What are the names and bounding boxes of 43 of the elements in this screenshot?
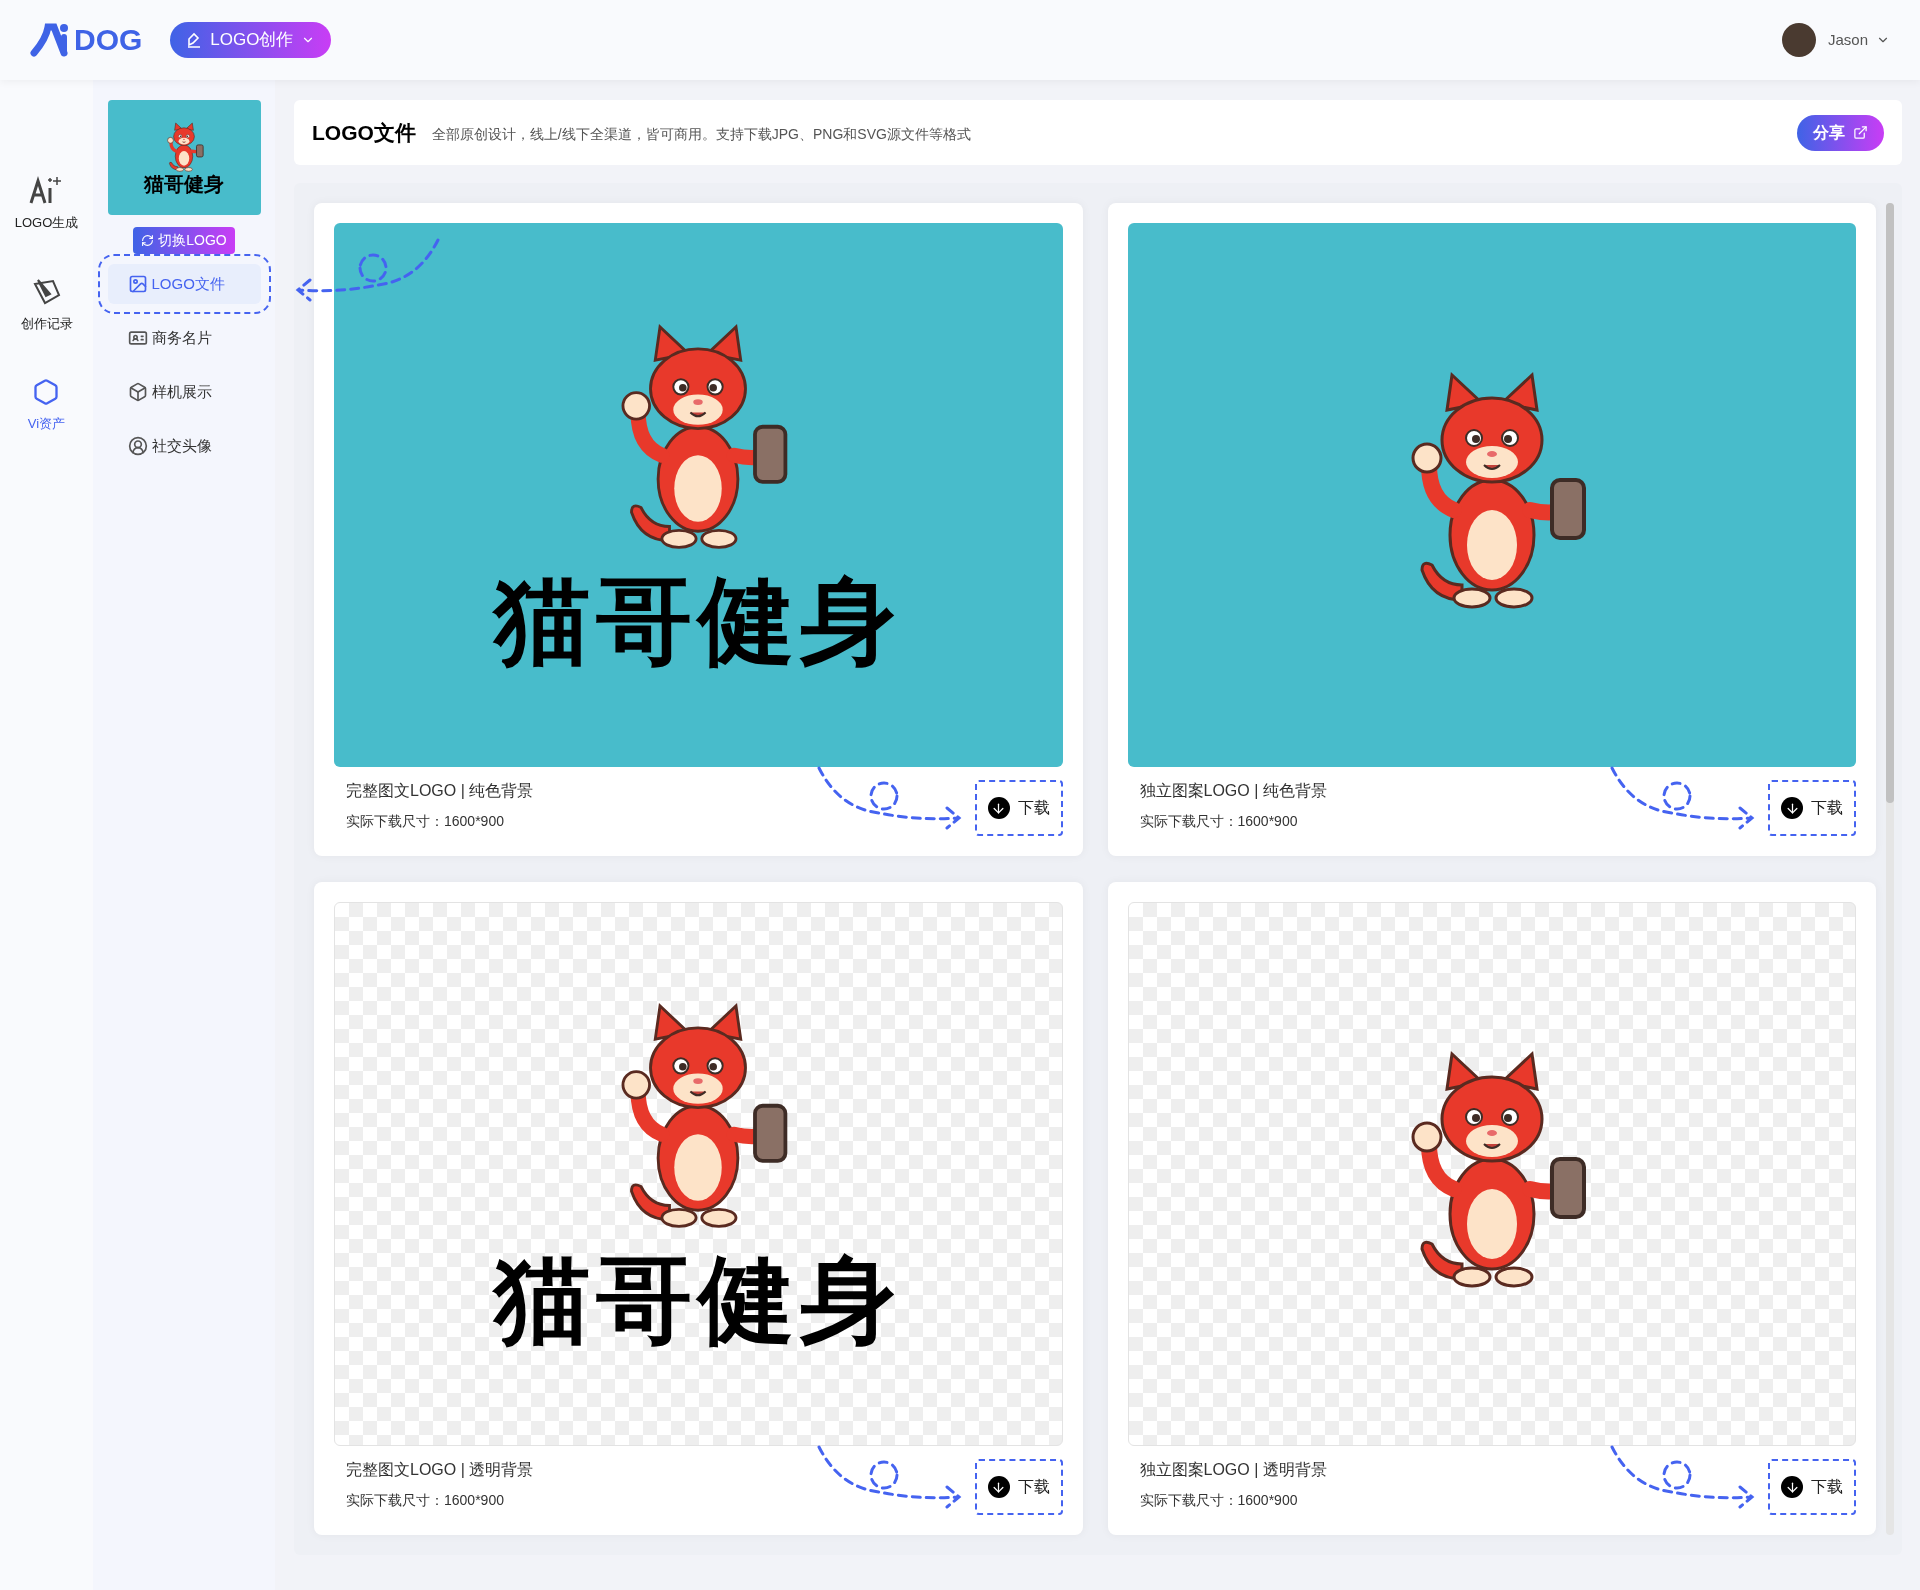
user-icon [127, 436, 148, 456]
user-menu-button[interactable]: Jason [1827, 28, 1890, 52]
logo-text: 猫哥健身 [144, 173, 224, 194]
sidebar-item[interactable]: 社交头像 [107, 426, 261, 466]
download-icon [987, 1476, 1010, 1498]
external-link-icon [1853, 125, 1868, 140]
id-card-icon [127, 328, 148, 348]
switch-logo-button[interactable]: 切换LOGO [133, 227, 235, 254]
create-menu-button[interactable]: LOGO创作 [170, 22, 332, 58]
sidebar-item[interactable]: 商务名片 [107, 318, 261, 358]
download-size: 实际下载尺寸：1600*900 [346, 812, 505, 831]
download-button[interactable]: 下载 [974, 780, 1063, 836]
badge-icon [32, 378, 61, 406]
download-icon [1781, 1476, 1803, 1498]
avatar [1781, 23, 1816, 57]
download-size: 实际下载尺寸：1600*900 [346, 1491, 505, 1510]
download-size: 实际下载尺寸：1600*900 [1139, 812, 1299, 831]
logo-text: 猫哥健身 [494, 1252, 903, 1348]
card-title: 完整图文LOGO | 透明背景 [346, 1460, 534, 1480]
download-icon [987, 797, 1010, 819]
share-button[interactable]: 分享 [1797, 114, 1884, 151]
rail-item[interactable]: LOGO生成 [14, 175, 79, 233]
sidebar-item[interactable]: LOGO文件 [107, 264, 261, 304]
card-title: 独立图案LOGO | 纯色背景 [1139, 781, 1327, 801]
page-title: LOGO文件 [312, 119, 416, 146]
rail-item[interactable]: Vi资产 [27, 378, 66, 434]
download-button[interactable]: 下载 [1768, 1459, 1856, 1515]
refresh-icon [141, 234, 155, 247]
rail-item[interactable]: 创作记录 [20, 277, 73, 333]
ai-sparkle-icon [29, 175, 64, 205]
download-button[interactable]: 下载 [974, 1459, 1063, 1515]
pen-icon [186, 32, 203, 48]
sidebar-item[interactable]: 样机展示 [107, 372, 261, 412]
box-icon [127, 382, 148, 402]
image-icon [127, 274, 148, 294]
download-icon [1781, 797, 1803, 819]
card-title: 完整图文LOGO | 纯色背景 [346, 781, 534, 801]
card-title: 独立图案LOGO | 透明背景 [1139, 1460, 1327, 1480]
page-subtitle: 全部原创设计，线上/线下全渠道，皆可商用。支持下载JPG、PNG和SVG源文件等格式 [431, 125, 971, 144]
brand-name: DOG [74, 25, 143, 55]
download-button[interactable]: 下载 [1768, 780, 1856, 836]
logo-text: 猫哥健身 [494, 573, 903, 669]
download-size: 实际下载尺寸：1600*900 [1139, 1491, 1299, 1510]
